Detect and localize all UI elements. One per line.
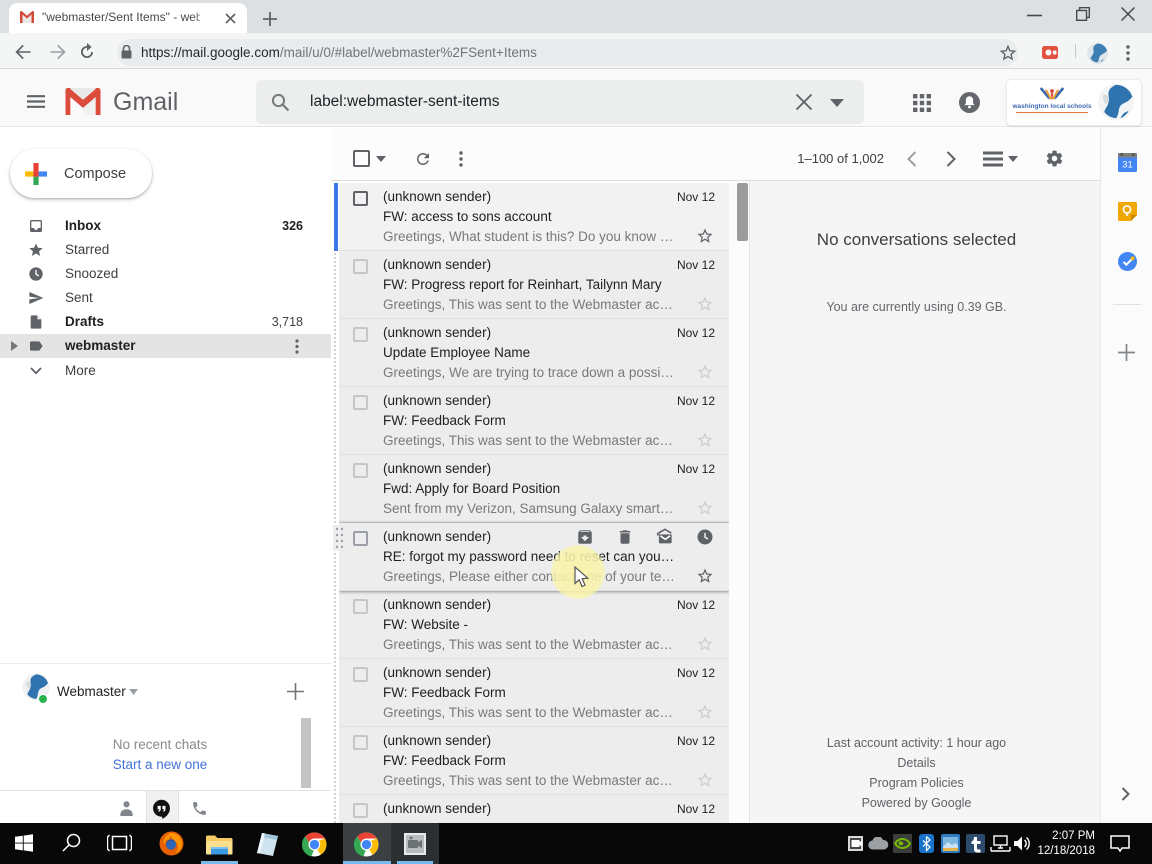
svg-text:31: 31 bbox=[1122, 160, 1133, 171]
